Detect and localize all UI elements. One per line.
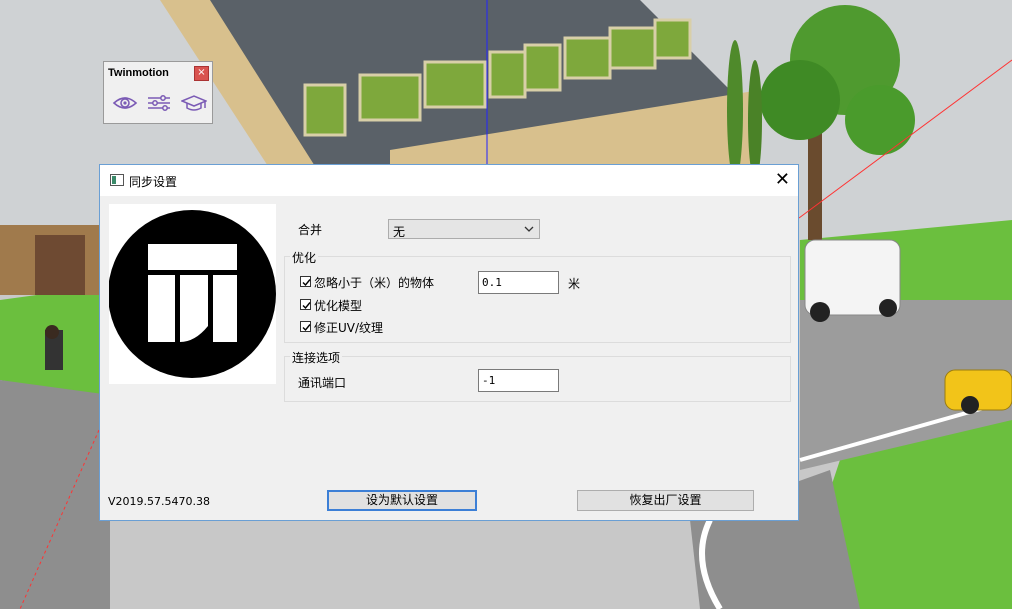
ignore-size-input[interactable]: 0.1 bbox=[478, 271, 559, 294]
connection-group-title: 连接选项 bbox=[290, 349, 343, 366]
ignore-size-unit: 米 bbox=[568, 277, 581, 291]
merge-dropdown[interactable]: 无 bbox=[388, 219, 540, 239]
restore-factory-button[interactable]: 恢复出厂设置 bbox=[577, 490, 754, 511]
sliders-icon[interactable] bbox=[146, 93, 172, 113]
sync-settings-dialog: 同步设置 ✕ 合并 无 优化 忽略小于（米）的物体 0.1 米 优化模型 修正U… bbox=[99, 164, 799, 521]
twinmotion-logo bbox=[108, 204, 276, 384]
dialog-title: 同步设置 bbox=[129, 175, 178, 189]
dialog-titlebar[interactable]: 同步设置 ✕ bbox=[100, 165, 798, 196]
port-label: 通讯端口 bbox=[298, 376, 347, 390]
optimize-model-label: 优化模型 bbox=[314, 299, 363, 313]
chevron-down-icon bbox=[524, 226, 534, 232]
twinmotion-toolbar: Twinmotion × bbox=[103, 61, 213, 124]
ignore-small-objects-checkbox[interactable] bbox=[300, 276, 311, 287]
set-default-button[interactable]: 设为默认设置 bbox=[327, 490, 477, 511]
app-window-icon bbox=[110, 174, 124, 186]
port-input[interactable]: -1 bbox=[478, 369, 559, 392]
graduation-cap-icon[interactable] bbox=[181, 93, 207, 113]
optimize-group-title: 优化 bbox=[290, 249, 319, 266]
toolbar-title: Twinmotion bbox=[108, 67, 169, 79]
merge-label: 合并 bbox=[298, 223, 323, 237]
eye-icon[interactable] bbox=[112, 93, 138, 113]
checkmark-icon bbox=[302, 279, 311, 287]
toolbar-close-button[interactable]: × bbox=[194, 66, 209, 81]
version-text: V2019.57.5470.38 bbox=[108, 495, 210, 508]
checkmark-icon bbox=[302, 302, 311, 310]
fix-uv-checkbox[interactable] bbox=[300, 321, 311, 332]
twinmotion-logo-icon bbox=[108, 210, 276, 378]
optimize-model-checkbox[interactable] bbox=[300, 299, 311, 310]
close-icon[interactable]: ✕ bbox=[775, 169, 790, 191]
merge-dropdown-value: 无 bbox=[393, 225, 406, 239]
checkmark-icon bbox=[302, 324, 311, 332]
ignore-small-objects-label: 忽略小于（米）的物体 bbox=[314, 276, 435, 290]
fix-uv-label: 修正UV/纹理 bbox=[314, 321, 384, 335]
